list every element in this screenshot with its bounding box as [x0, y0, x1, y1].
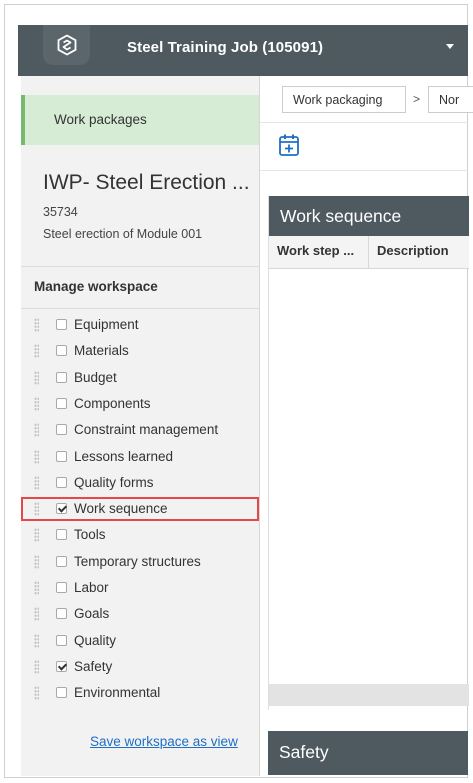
workspace-item-label: Labor [74, 580, 109, 595]
package-title: IWP- Steel Erection ... [43, 171, 250, 194]
column-divider[interactable] [368, 236, 369, 268]
calendar-add-icon[interactable] [278, 133, 300, 157]
workspace-item-label: Quality forms [74, 475, 154, 490]
breadcrumb: Work packaging > Nor [260, 76, 473, 123]
drag-handle-icon[interactable] [34, 397, 39, 411]
breadcrumb-separator: > [413, 92, 421, 106]
drag-handle-icon[interactable] [34, 371, 39, 385]
workspace-checkbox[interactable] [56, 608, 67, 619]
workspace-checkbox[interactable] [56, 529, 67, 540]
tab-work-packages-label: Work packages [54, 112, 147, 127]
column-header-description[interactable]: Description [377, 243, 449, 258]
workspace-item-label: Equipment [74, 317, 139, 332]
drag-handle-icon[interactable] [34, 450, 39, 464]
workspace-item[interactable]: Budget [21, 366, 259, 390]
workspace-item[interactable]: Quality [21, 629, 259, 653]
workspace-item[interactable]: Tools [21, 523, 259, 547]
package-description: Steel erection of Module 001 [43, 227, 203, 241]
workspace-item[interactable]: Environmental [21, 681, 259, 705]
workspace-checkbox[interactable] [56, 424, 67, 435]
workspace-checkbox[interactable] [56, 398, 67, 409]
safety-panel-header: Safety [268, 731, 468, 775]
workspace-item[interactable]: Work sequence [21, 497, 259, 521]
workspace-item[interactable]: Safety [21, 655, 259, 679]
workspace-item-label: Budget [74, 370, 117, 385]
workspace-item-label: Materials [74, 343, 129, 358]
workspace-checkbox[interactable] [56, 451, 67, 462]
left-sidebar: Work packages IWP- Steel Erection ... 35… [21, 76, 260, 776]
drag-handle-icon[interactable] [34, 476, 39, 490]
drag-handle-icon[interactable] [34, 423, 39, 437]
workspace-item[interactable]: Quality forms [21, 471, 259, 495]
drag-handle-icon[interactable] [34, 634, 39, 648]
toolbar-divider [260, 170, 468, 171]
workspace-item[interactable]: Materials [21, 339, 259, 363]
workspace-checkbox[interactable] [56, 687, 67, 698]
workspace-checkbox[interactable] [56, 582, 67, 593]
workspace-item-label: Lessons learned [74, 449, 174, 464]
workspace-item[interactable]: Constraint management [21, 418, 259, 442]
workspace-item-label: Goals [74, 606, 110, 621]
tab-work-packages[interactable]: Work packages [21, 95, 259, 145]
package-id: 35734 [43, 205, 78, 219]
divider [21, 266, 259, 267]
horizontal-scrollbar[interactable] [269, 684, 469, 706]
workspace-item-label: Work sequence [74, 501, 168, 516]
workspace-checkbox[interactable] [56, 661, 67, 672]
drag-handle-icon[interactable] [34, 528, 39, 542]
workspace-item[interactable]: Temporary structures [21, 550, 259, 574]
workspace-item-label: Temporary structures [74, 554, 201, 569]
workspace-item-label: Constraint management [74, 422, 219, 437]
drag-handle-icon[interactable] [34, 660, 39, 674]
drag-handle-icon[interactable] [34, 607, 39, 621]
workspace-checkbox[interactable] [56, 503, 67, 514]
workspace-checkbox[interactable] [56, 556, 67, 567]
workspace-item-label: Components [74, 396, 151, 411]
divider [21, 308, 259, 309]
drag-handle-icon[interactable] [34, 555, 39, 569]
workspace-checkbox[interactable] [56, 635, 67, 646]
breadcrumb-next[interactable]: Nor [428, 86, 473, 113]
workspace-item[interactable]: Components [21, 392, 259, 416]
project-selector[interactable]: Steel Training Job (105091) [127, 39, 323, 56]
table-header: Work step ... Description [269, 236, 469, 269]
drag-handle-icon[interactable] [34, 502, 39, 516]
work-sequence-header: Work sequence [269, 196, 469, 236]
workspace-checkbox[interactable] [56, 477, 67, 488]
workspace-item-label: Safety [74, 659, 113, 674]
column-header-work-step[interactable]: Work step ... [277, 243, 354, 258]
workspace-item-label: Quality [74, 633, 117, 648]
top-bar: Steel Training Job (105091) [18, 25, 468, 76]
breadcrumb-work-packaging[interactable]: Work packaging [282, 86, 406, 113]
drag-handle-icon[interactable] [34, 686, 39, 700]
workspace-checkbox[interactable] [56, 319, 67, 330]
work-sequence-panel: Work sequence Work step ... Description [268, 196, 469, 710]
work-sequence-title: Work sequence [280, 206, 402, 226]
workspace-checkbox[interactable] [56, 345, 67, 356]
manage-workspace-heading: Manage workspace [34, 279, 158, 294]
workspace-item[interactable]: Goals [21, 602, 259, 626]
app-logo-icon[interactable] [43, 25, 90, 65]
drag-handle-icon[interactable] [34, 581, 39, 595]
workspace-item[interactable]: Lessons learned [21, 445, 259, 469]
workspace-item-label: Tools [74, 527, 106, 542]
workspace-checkbox[interactable] [56, 372, 67, 383]
drag-handle-icon[interactable] [34, 344, 39, 358]
drag-handle-icon[interactable] [34, 318, 39, 332]
workspace-item-label: Environmental [74, 685, 161, 700]
workspace-item[interactable]: Labor [21, 576, 259, 600]
safety-title: Safety [279, 742, 329, 762]
caret-down-icon[interactable] [446, 44, 454, 49]
save-workspace-link[interactable]: Save workspace as view [90, 734, 238, 749]
workspace-item[interactable]: Equipment [21, 313, 259, 337]
